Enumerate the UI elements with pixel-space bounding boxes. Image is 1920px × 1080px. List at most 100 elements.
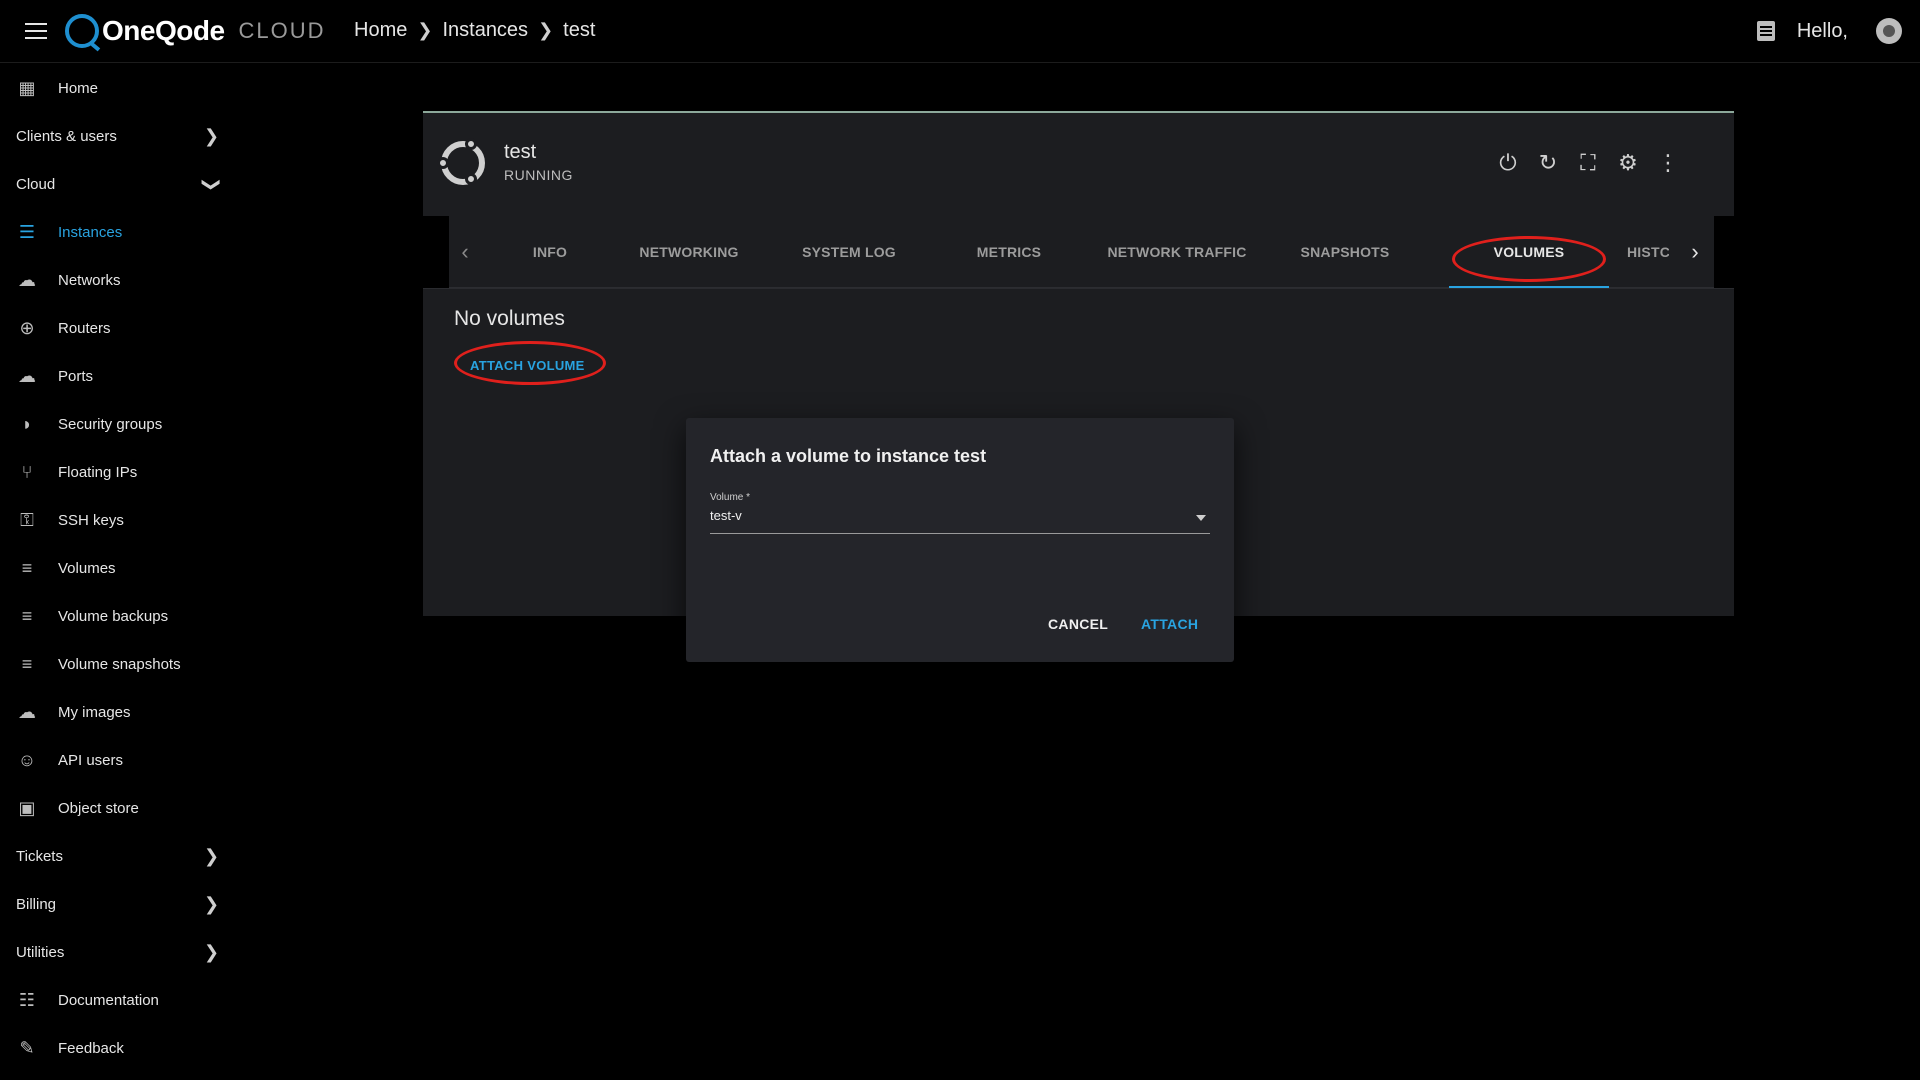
empty-state-text: No volumes xyxy=(454,307,565,330)
database-icon: ≡ xyxy=(21,653,33,674)
tab-scroll-left-icon[interactable]: ‹ xyxy=(453,240,477,264)
power-icon[interactable]: ⏻ xyxy=(1488,143,1528,183)
chevron-right-icon: ❯ xyxy=(204,846,220,866)
feedback-icon: ✎ xyxy=(19,1037,35,1058)
sidebar-item-label: Clients & users xyxy=(16,127,117,145)
top-bar: OneQode CLOUD Home ❯ Instances ❯ test He… xyxy=(0,0,1920,63)
sidebar-group-cloud[interactable]: Cloud ❯ xyxy=(0,160,230,208)
sidebar-item-api-users[interactable]: ☺ API users xyxy=(0,736,230,784)
fullscreen-icon[interactable]: ⛶ xyxy=(1568,143,1608,183)
sidebar-item-label: Security groups xyxy=(58,415,163,433)
ubuntu-icon xyxy=(437,138,485,185)
sidebar-item-label: Instances xyxy=(58,223,123,241)
shield-icon: ◗ xyxy=(21,413,33,434)
menu-icon[interactable] xyxy=(25,23,47,41)
dashboard-icon: ▦ xyxy=(18,77,36,98)
sidebar-item-instances[interactable]: ☰ Instances xyxy=(0,208,230,256)
sidebar-item-label: Floating IPs xyxy=(58,463,138,481)
sidebar-item-my-images[interactable]: ☁ My images xyxy=(0,688,230,736)
instance-header: test RUNNING ⏻ ↻ ⛶ ⚙ ⋮ xyxy=(423,113,1734,216)
logo[interactable]: OneQode CLOUD xyxy=(65,14,326,48)
database-icon: ≡ xyxy=(21,605,33,626)
sidebar-item-label: Utilities xyxy=(16,943,65,961)
breadcrumb: Home ❯ Instances ❯ test xyxy=(354,19,595,42)
attach-volume-dialog: Attach a volume to instance test Volume … xyxy=(686,418,1234,662)
document-icon: ☷ xyxy=(18,989,36,1010)
sidebar-item-ssh-keys[interactable]: ⚿ SSH keys xyxy=(0,496,230,544)
cloud-network-icon: ☁ xyxy=(18,269,36,290)
instance-actions: ⏻ ↻ ⛶ ⚙ ⋮ xyxy=(1488,143,1688,183)
chevron-down-icon: ❯ xyxy=(202,176,223,193)
tab-scroll-right-icon[interactable]: › xyxy=(1683,240,1707,264)
tab-networking[interactable]: NETWORKING xyxy=(609,216,769,288)
sidebar-item-label: Volume snapshots xyxy=(58,655,181,673)
chevron-right-icon: ❯ xyxy=(204,126,220,146)
fork-icon: ⑂ xyxy=(21,461,33,482)
chevron-right-icon: ❯ xyxy=(204,894,220,914)
sidebar-item-networks[interactable]: ☁ Networks xyxy=(0,256,230,304)
sidebar-item-object-store[interactable]: ▣ Object store xyxy=(0,784,230,832)
cancel-button[interactable]: CANCEL xyxy=(1048,616,1108,632)
users-icon: ☺ xyxy=(17,749,37,770)
sidebar-item-label: SSH keys xyxy=(58,511,124,529)
sidebar-item-home[interactable]: ▦ Home xyxy=(0,64,230,112)
attach-button[interactable]: ATTACH xyxy=(1141,616,1198,632)
chevron-right-icon: ❯ xyxy=(204,942,220,962)
sidebar-item-ports[interactable]: ☁ Ports xyxy=(0,352,230,400)
sidebar-item-volume-backups[interactable]: ≡ Volume backups xyxy=(0,592,230,640)
instance-name: test xyxy=(504,141,537,163)
database-icon: ≡ xyxy=(21,557,33,578)
sidebar-item-label: API users xyxy=(58,751,124,769)
server-icon: ☰ xyxy=(18,221,36,242)
sidebar-group-utilities[interactable]: Utilities ❯ xyxy=(0,928,230,976)
chevron-right-icon: ❯ xyxy=(417,20,433,40)
notes-icon[interactable] xyxy=(1756,21,1775,41)
sidebar-item-label: Volumes xyxy=(58,559,116,577)
sidebar-group-tickets[interactable]: Tickets ❯ xyxy=(0,832,230,880)
sidebar-item-routers[interactable]: ⊕ Routers xyxy=(0,304,230,352)
sidebar-item-label: Routers xyxy=(58,319,111,337)
tab-info[interactable]: INFO xyxy=(491,216,609,288)
sidebar-item-security-groups[interactable]: ◗ Security groups xyxy=(0,400,230,448)
sidebar-item-volumes[interactable]: ≡ Volumes xyxy=(0,544,230,592)
tab-system-log[interactable]: SYSTEM LOG xyxy=(769,216,929,288)
sidebar-item-label: Ports xyxy=(58,367,94,385)
sidebar-item-label: Object store xyxy=(58,799,139,817)
sidebar-item-label: Home xyxy=(58,79,99,97)
sidebar-group-clients-users[interactable]: Clients & users ❯ xyxy=(0,112,230,160)
sidebar-item-volume-snapshots[interactable]: ≡ Volume snapshots xyxy=(0,640,230,688)
ports-icon: ☁ xyxy=(18,365,36,386)
sidebar-item-floating-ips[interactable]: ⑂ Floating IPs xyxy=(0,448,230,496)
tab-volumes[interactable]: VOLUMES xyxy=(1449,216,1609,288)
volume-field-label: Volume * xyxy=(710,492,751,503)
sidebar-item-label: Tickets xyxy=(16,847,63,865)
cloud-upload-icon: ☁ xyxy=(18,701,36,722)
sidebar-item-label: Cloud xyxy=(16,175,56,193)
dialog-title: Attach a volume to instance test xyxy=(710,446,987,466)
breadcrumb-instances[interactable]: Instances xyxy=(442,19,528,42)
sidebar-item-label: Feedback xyxy=(58,1039,124,1057)
sidebar-group-billing[interactable]: Billing ❯ xyxy=(0,880,230,928)
instance-tabs: ‹ INFO NETWORKING SYSTEM LOG METRICS NET… xyxy=(423,216,1734,289)
sidebar-item-feedback[interactable]: ✎ Feedback xyxy=(0,1024,230,1072)
tab-history[interactable]: HISTC xyxy=(1609,216,1669,288)
sidebar-item-label: My images xyxy=(58,703,131,721)
breadcrumb-home[interactable]: Home xyxy=(354,19,407,42)
tab-metrics[interactable]: METRICS xyxy=(929,216,1089,288)
sidebar: ▦ Home Clients & users ❯ Cloud ❯ ☰ Insta… xyxy=(0,64,230,1080)
more-vert-icon[interactable]: ⋮ xyxy=(1648,143,1688,183)
volume-select-value: test-v xyxy=(710,508,742,523)
sidebar-item-documentation[interactable]: ☷ Documentation xyxy=(0,976,230,1024)
volume-select[interactable]: test-v xyxy=(710,508,1210,534)
key-icon: ⚿ xyxy=(20,509,34,530)
restart-icon[interactable]: ↻ xyxy=(1528,143,1568,183)
logo-text: OneQode xyxy=(102,15,225,46)
settings-icon[interactable]: ⚙ xyxy=(1608,143,1648,183)
user-greeting: Hello, xyxy=(1796,19,1848,42)
attach-volume-button[interactable]: ATTACH VOLUME xyxy=(470,358,585,373)
tab-snapshots[interactable]: SNAPSHOTS xyxy=(1265,216,1425,288)
tab-network-traffic[interactable]: NETWORK TRAFFIC xyxy=(1089,216,1265,288)
logo-mark-icon xyxy=(65,14,99,48)
logo-subtext: CLOUD xyxy=(238,18,326,43)
avatar[interactable] xyxy=(1876,18,1902,44)
